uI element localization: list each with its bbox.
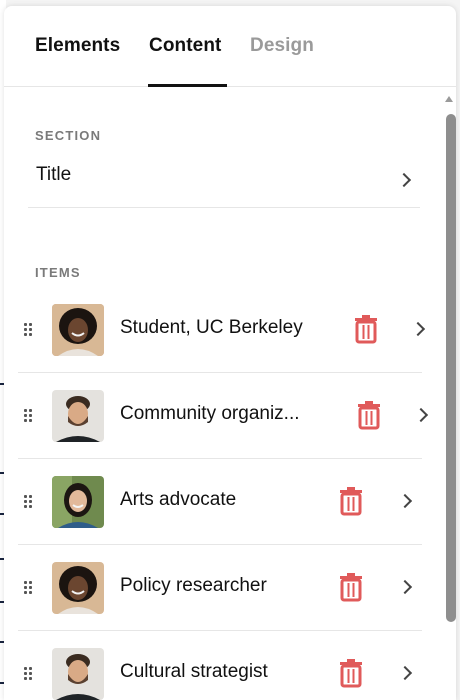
tab-design[interactable]: Design [250,35,314,57]
trash-icon[interactable] [353,314,379,344]
tab-bar: Elements Content Design [4,6,456,87]
tab-content[interactable]: Content [149,35,221,57]
trash-icon[interactable] [356,400,382,430]
scroll-up-arrow-icon[interactable] [445,96,453,102]
drag-handle-icon[interactable] [24,581,34,595]
chevron-right-icon [397,493,413,509]
trash-icon[interactable] [338,486,364,516]
list-item[interactable]: Arts advocate [18,459,422,545]
woman-curly-hair-avatar [52,304,104,356]
list-item[interactable]: Cultural strategist [18,631,422,700]
list-item[interactable]: Community organiz... [18,373,429,459]
woman-curly-hair-avatar [52,562,104,614]
scrollbar[interactable] [444,87,456,700]
drag-handle-icon[interactable] [24,323,34,337]
trash-icon[interactable] [338,572,364,602]
item-label: Cultural strategist [120,661,268,682]
list-item[interactable]: Student, UC Berkeley [18,287,426,373]
items-heading: ITEMS [35,265,81,280]
man-beard-avatar [52,390,104,442]
drag-handle-icon[interactable] [24,409,34,423]
title-row[interactable]: Title [28,153,420,208]
woman-long-hair-avatar [52,476,104,528]
item-label: Arts advocate [120,489,237,510]
tab-elements[interactable]: Elements [35,35,120,57]
scrollbar-thumb[interactable] [446,114,456,622]
item-label: Community organiz... [120,403,300,424]
man-beard-avatar [52,648,104,700]
trash-icon[interactable] [338,658,364,688]
list-item[interactable]: Policy researcher [18,545,422,631]
content-editor-panel: Elements Content Design SECTION Title IT… [4,6,456,700]
chevron-right-icon [413,407,429,423]
section-heading: SECTION [35,128,102,143]
title-label: Title [36,164,72,185]
chevron-right-icon [397,665,413,681]
drag-handle-icon[interactable] [24,495,34,509]
panel-scroll-area[interactable]: SECTION Title ITEMS Student, UC Berkeley… [4,87,456,700]
item-label: Policy researcher [120,575,267,596]
chevron-right-icon [410,321,426,337]
item-label: Student, UC Berkeley [120,317,303,338]
chevron-right-icon [396,172,412,188]
chevron-right-icon [397,579,413,595]
drag-handle-icon[interactable] [24,667,34,681]
